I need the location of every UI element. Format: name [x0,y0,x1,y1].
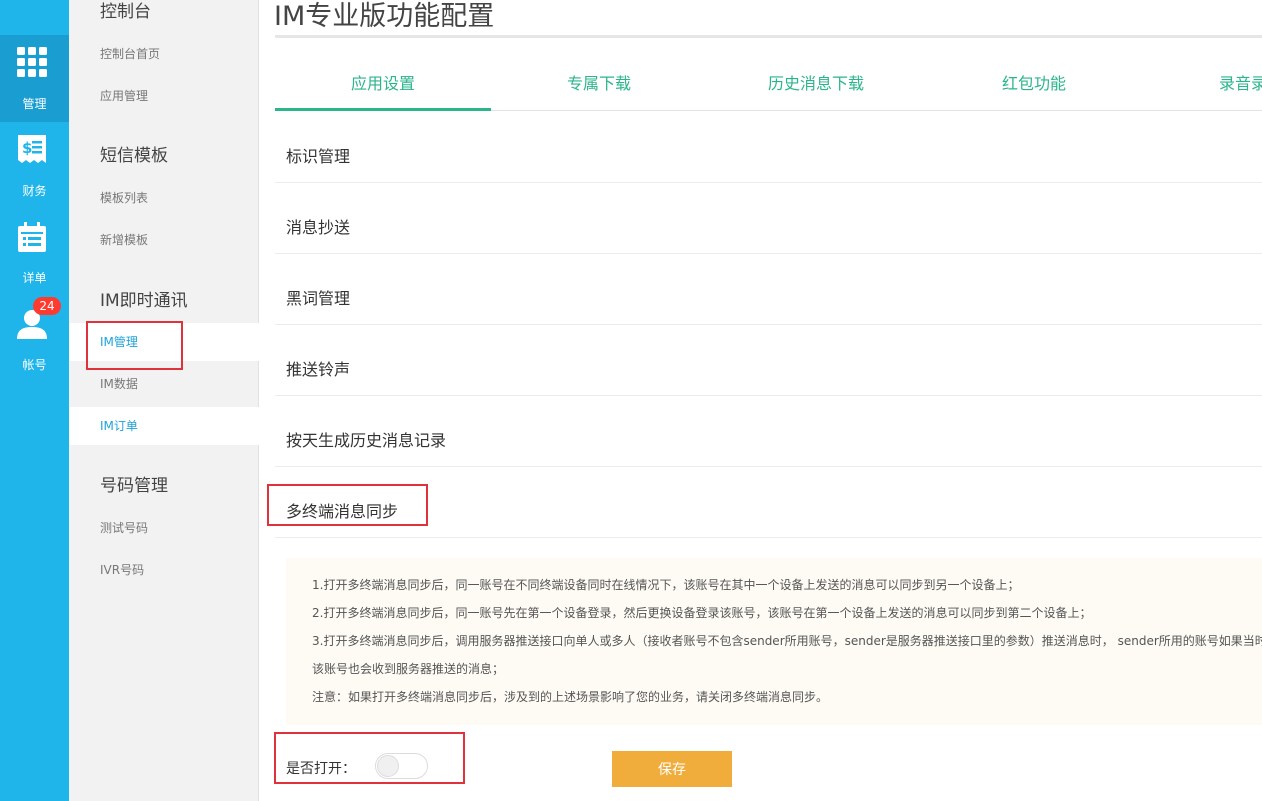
sidebar-item-ivr-numbers[interactable]: IVR号码 [69,551,259,589]
rail-label: 帐号 [22,358,47,372]
main-content: IM专业版功能配置 应用设置 专属下载 历史消息下载 红包功能 录音录像 标识管… [259,0,1262,801]
sidebar-group-title: IM即时通讯 [100,291,188,311]
sidebar-item-im-management[interactable]: IM管理 [69,323,259,361]
sidebar-group-title: 短信模板 [100,146,168,166]
setting-label: 标识管理 [286,147,351,166]
sidebar-item-im-orders[interactable]: IM订单 [69,407,259,445]
rail-item-finance[interactable]: $ 财务 [0,122,69,209]
sidebar-item-add-template[interactable]: 新增模板 [69,221,259,259]
toggle-knob [377,755,399,777]
setting-row-message-cc[interactable]: 消息抄送 [275,183,1262,254]
setting-row-push-ringtone[interactable]: 推送铃声 [275,325,1262,396]
tab-app-settings[interactable]: 应用设置 [275,60,491,111]
notice-line: 注意：如果打开多终端消息同步后，涉及到的上述场景影响了您的业务，请关闭多终端消息… [312,690,829,704]
setting-row-identifier[interactable]: 标识管理 [275,112,1262,183]
notification-badge: 24 [33,297,61,315]
svg-text:$: $ [22,139,32,157]
rail-label: 财务 [22,184,47,198]
rail-label: 详单 [22,271,47,285]
setting-label: 多终端消息同步 [286,502,399,521]
tab-recording[interactable]: 录音录像 [1143,60,1262,111]
save-button[interactable]: 保存 [612,751,732,787]
setting-label: 推送铃声 [286,360,351,379]
sidebar-item-test-numbers[interactable]: 测试号码 [69,509,259,547]
tab-bar: 应用设置 专属下载 历史消息下载 红包功能 录音录像 [275,60,1262,111]
rail-label: 管理 [22,97,47,111]
sidebar-item-console-home[interactable]: 控制台首页 [69,35,259,73]
calendar-list-icon [18,222,46,252]
setting-label: 消息抄送 [286,218,351,237]
rail-item-manage[interactable]: 管理 [0,35,69,122]
title-divider [275,35,1262,38]
sidebar-group-title: 号码管理 [100,476,168,496]
notice-line: 3.打开多终端消息同步后，调用服务器推送接口向单人或多人（接收者账号不包含sen… [312,634,1262,648]
notice-line: 1.打开多终端消息同步后，同一账号在不同终端设备同时在线情况下，该账号在其中一个… [312,578,1020,592]
notice-line: 该账号也会收到服务器推送的消息； [312,662,505,676]
tab-history-download[interactable]: 历史消息下载 [708,60,924,111]
tab-dedicated-download[interactable]: 专属下载 [491,60,707,111]
rail-item-details[interactable]: 详单 [0,209,69,296]
icon-rail: 管理 $ 财务 详单 帐号 24 [0,0,69,801]
sidebar-item-app-management[interactable]: 应用管理 [69,77,259,115]
sidebar-group-title: 控制台 [100,2,151,22]
sync-toggle[interactable] [375,753,428,779]
sync-notice: 1.打开多终端消息同步后，同一账号在不同终端设备同时在线情况下，该账号在其中一个… [286,558,1262,725]
sidebar-item-template-list[interactable]: 模板列表 [69,179,259,217]
tab-red-packet[interactable]: 红包功能 [926,60,1142,111]
toggle-label: 是否打开： [286,761,356,777]
grid-icon [17,47,47,77]
page-title: IM专业版功能配置 [274,1,495,32]
finance-icon: $ [18,135,46,163]
sidebar: 控制台 控制台首页 应用管理 短信模板 模板列表 新增模板 IM即时通讯 IM管… [69,0,259,801]
setting-label: 按天生成历史消息记录 [286,431,447,450]
setting-row-multi-device-sync[interactable]: 多终端消息同步 [275,467,1262,538]
setting-label: 黑词管理 [286,289,351,308]
setting-row-blacklist-words[interactable]: 黑词管理 [275,254,1262,325]
sidebar-item-im-data[interactable]: IM数据 [69,365,259,403]
notice-line: 2.打开多终端消息同步后，同一账号先在第一个设备登录，然后更换设备登录该账号，该… [312,606,1092,620]
setting-row-daily-history[interactable]: 按天生成历史消息记录 [275,396,1262,467]
